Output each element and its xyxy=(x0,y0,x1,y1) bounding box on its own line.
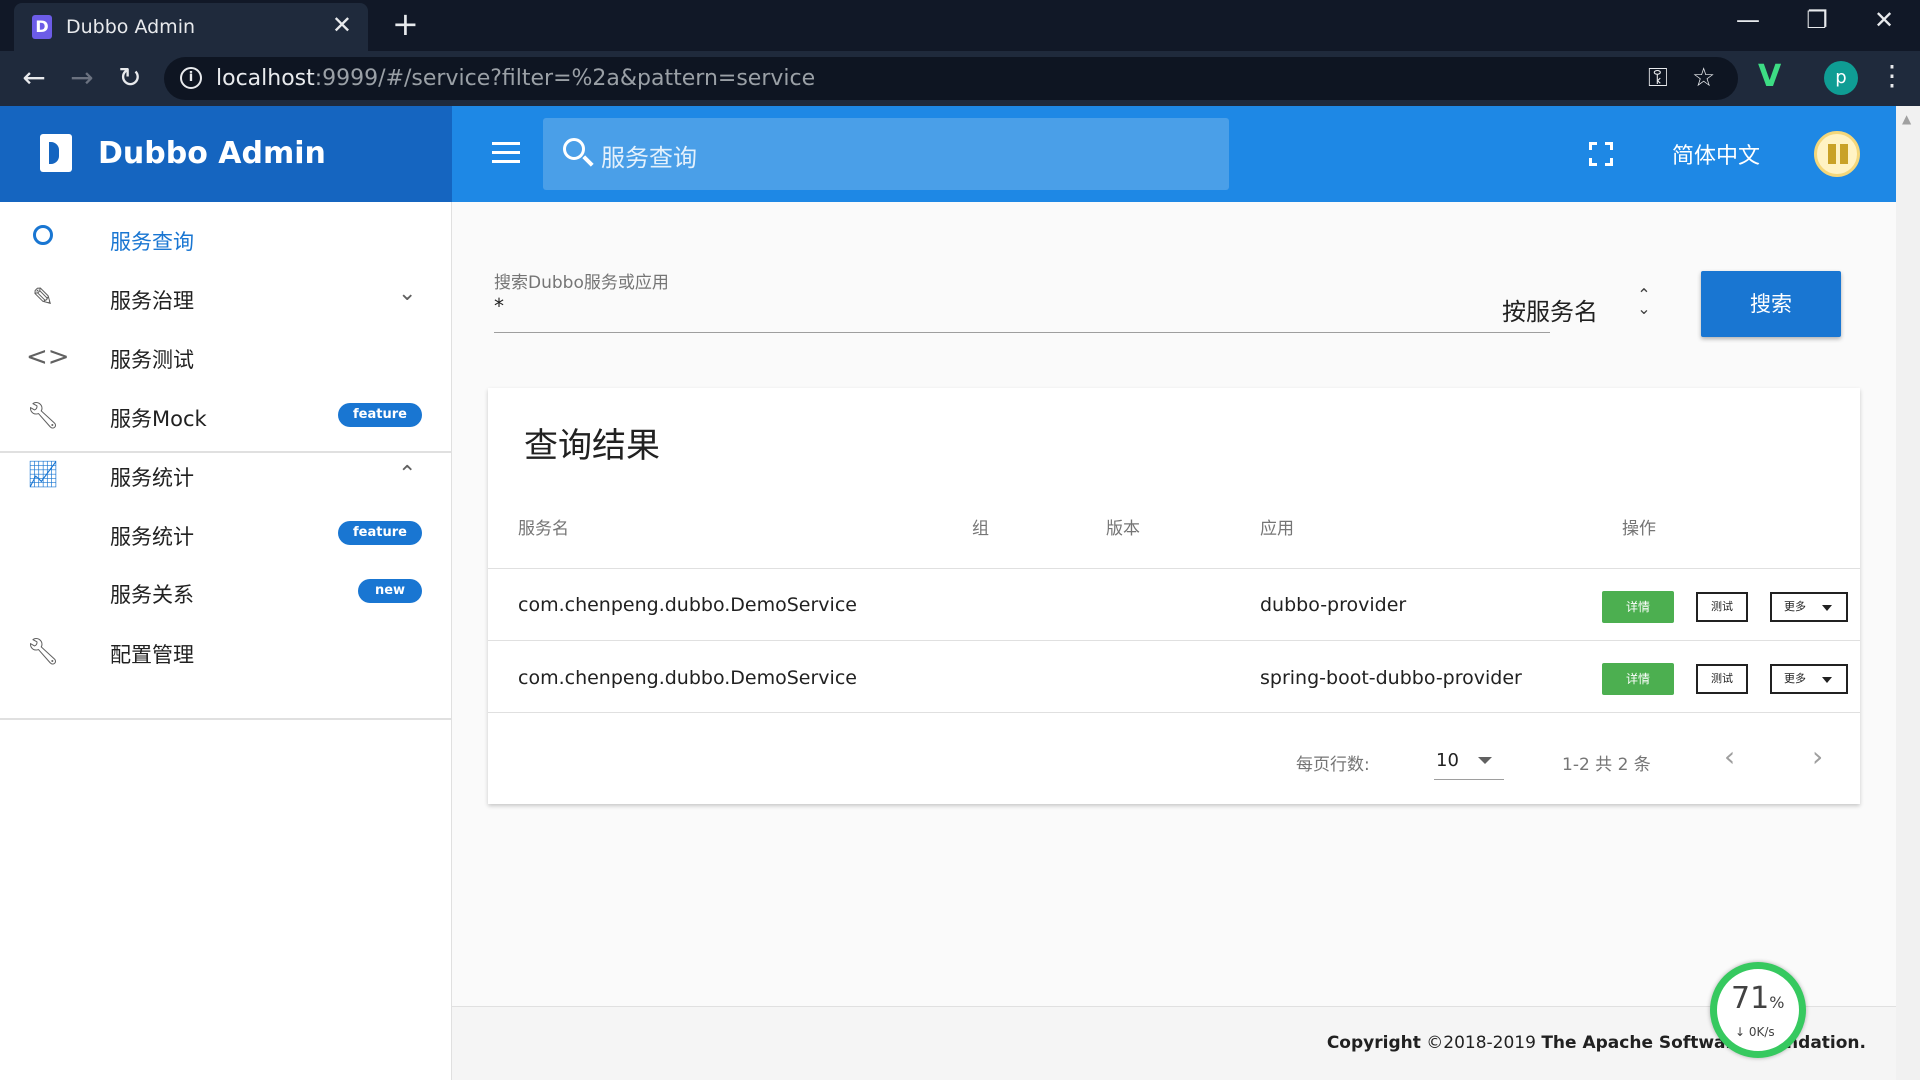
new-tab-icon[interactable]: + xyxy=(392,5,419,43)
table-cell-service: com.chenpeng.dubbo.DemoService xyxy=(518,667,857,689)
back-icon[interactable]: ← xyxy=(16,61,52,94)
chevron-up-icon: ⌃ xyxy=(398,462,417,487)
wrench-icon: 🔧︎ xyxy=(26,637,60,667)
menu-toggle-icon[interactable] xyxy=(492,142,520,164)
search-field-label: 搜索Dubbo服务或应用 xyxy=(494,273,669,293)
sidebar-item-label: 服务关系 xyxy=(110,583,194,607)
search-button[interactable]: 搜索 xyxy=(1701,271,1841,337)
speed-rate: ↓ 0K/s xyxy=(1735,1025,1775,1039)
user-avatar[interactable] xyxy=(1814,131,1860,177)
fullscreen-icon[interactable] xyxy=(1589,142,1613,166)
sidebar-item-label: 服务统计 xyxy=(110,525,194,549)
more-button[interactable]: 更多 xyxy=(1770,592,1848,622)
close-window-icon[interactable]: ✕ xyxy=(1864,6,1904,34)
sidebar-item-label: 服务统计 xyxy=(110,466,194,490)
sidebar: 服务查询 ✎ 服务治理 ⌄ <> 服务测试 🔧︎ 服务Mock feature … xyxy=(0,202,452,1080)
reload-icon[interactable]: ↻ xyxy=(112,61,148,94)
column-header-actions: 操作 xyxy=(1622,519,1656,539)
dubbo-favicon-icon: D xyxy=(32,15,52,39)
browser-tab-bar: D Dubbo Admin ✕ + — ❐ ✕ xyxy=(0,0,1920,51)
pencil-icon: ✎ xyxy=(32,283,54,313)
extension-v-icon[interactable]: V xyxy=(1758,59,1781,94)
caret-down-icon xyxy=(1478,757,1492,764)
row-divider xyxy=(488,712,1860,713)
header-search-input[interactable]: 服务查询 xyxy=(543,118,1229,190)
app-brand: Dubbo Admin xyxy=(0,106,452,202)
address-bar[interactable]: i localhost:9999/#/service?filter=%2a&pa… xyxy=(164,57,1738,100)
dubbo-logo-icon xyxy=(40,134,72,172)
close-tab-icon[interactable]: ✕ xyxy=(332,11,352,39)
table-cell-app: spring-boot-dubbo-provider xyxy=(1260,667,1522,689)
search-field-underline xyxy=(494,332,1550,333)
search-icon xyxy=(563,138,585,160)
forward-icon[interactable]: → xyxy=(64,61,100,94)
sidebar-item-label: 服务查询 xyxy=(110,230,194,254)
app-title: Dubbo Admin xyxy=(98,136,326,171)
rows-per-page-value: 10 xyxy=(1436,750,1459,771)
test-button[interactable]: 测试 xyxy=(1696,664,1748,694)
table-cell-app: dubbo-provider xyxy=(1260,594,1407,616)
prev-page-icon[interactable]: ‹ xyxy=(1724,740,1735,773)
browser-toolbar: ← → ↻ i localhost:9999/#/service?filter=… xyxy=(0,51,1920,106)
language-selector[interactable]: 简体中文 xyxy=(1672,138,1760,170)
next-page-icon[interactable]: › xyxy=(1812,740,1823,773)
wrench-icon: 🔧︎ xyxy=(26,401,60,431)
column-header-service[interactable]: 服务名 xyxy=(518,514,569,539)
chevron-down-icon: ⌄ xyxy=(398,281,417,306)
sidebar-item-label: 服务Mock xyxy=(110,407,207,431)
network-speed-widget[interactable]: 71% ↓ 0K/s xyxy=(1710,962,1806,1058)
search-field[interactable]: * xyxy=(494,294,504,318)
trending-up-icon: 📈︎ xyxy=(26,460,60,490)
column-header-group[interactable]: 组 xyxy=(972,514,989,539)
table-cell-service: com.chenpeng.dubbo.DemoService xyxy=(518,594,857,616)
sidebar-item-config-management[interactable]: 🔧︎ 配置管理 xyxy=(0,615,452,687)
sidebar-item-label: 服务测试 xyxy=(110,348,194,372)
feature-badge: feature xyxy=(338,403,422,427)
column-header-app[interactable]: 应用 xyxy=(1260,514,1294,539)
unfold-icon[interactable]: ⌃ ⌄ xyxy=(1634,287,1654,317)
new-badge: new xyxy=(358,579,422,603)
results-title: 查询结果 xyxy=(524,426,660,466)
browser-tab[interactable]: D Dubbo Admin ✕ xyxy=(14,3,368,51)
results-card: 查询结果 服务名 组 版本 应用 操作 com.chenpeng.dubbo.D… xyxy=(488,388,1860,804)
pagination-range: 1-2 共 2 条 xyxy=(1562,755,1651,775)
code-icon: <> xyxy=(26,342,70,372)
main-content: 搜索Dubbo服务或应用 * 按服务名 ⌃ ⌄ 搜索 查询结果 服务名 组 版本 … xyxy=(452,202,1896,1006)
detail-button[interactable]: 详情 xyxy=(1602,663,1674,695)
bookmark-star-icon[interactable]: ☆ xyxy=(1692,63,1715,93)
speed-percent: 71% xyxy=(1731,981,1785,1016)
sidebar-divider xyxy=(0,718,452,720)
url-text[interactable]: localhost:9999/#/service?filter=%2a&patt… xyxy=(216,66,815,91)
row-divider xyxy=(488,640,1860,641)
app-header: 服务查询 简体中文 xyxy=(452,106,1896,202)
rows-per-page-select[interactable]: 10 xyxy=(1434,742,1504,780)
more-button[interactable]: 更多 xyxy=(1770,664,1848,694)
minimize-icon[interactable]: — xyxy=(1728,6,1768,34)
scroll-up-icon[interactable]: ▲ xyxy=(1902,112,1911,126)
search-icon xyxy=(26,224,60,254)
page-scrollbar[interactable]: ▲ xyxy=(1896,106,1920,1080)
sidebar-item-label: 配置管理 xyxy=(110,643,194,667)
site-info-icon[interactable]: i xyxy=(180,67,202,89)
column-header-version[interactable]: 版本 xyxy=(1106,514,1140,539)
profile-avatar[interactable]: p xyxy=(1824,61,1858,95)
search-pattern-select[interactable]: 按服务名 xyxy=(1502,292,1598,327)
header-divider xyxy=(488,568,1860,569)
browser-menu-icon[interactable]: ⋮ xyxy=(1878,59,1906,92)
detail-button[interactable]: 详情 xyxy=(1602,591,1674,623)
rows-per-page-label: 每页行数: xyxy=(1296,755,1370,775)
footer: Copyright ©2018-2019 The Apache Software… xyxy=(452,1006,1896,1080)
sidebar-item-label: 服务治理 xyxy=(110,289,194,313)
search-placeholder: 服务查询 xyxy=(601,144,697,172)
feature-badge: feature xyxy=(338,521,422,545)
tab-title: Dubbo Admin xyxy=(66,16,196,38)
restore-icon[interactable]: ❐ xyxy=(1797,6,1837,34)
key-icon[interactable]: ⚿ xyxy=(1648,63,1668,94)
test-button[interactable]: 测试 xyxy=(1696,592,1748,622)
